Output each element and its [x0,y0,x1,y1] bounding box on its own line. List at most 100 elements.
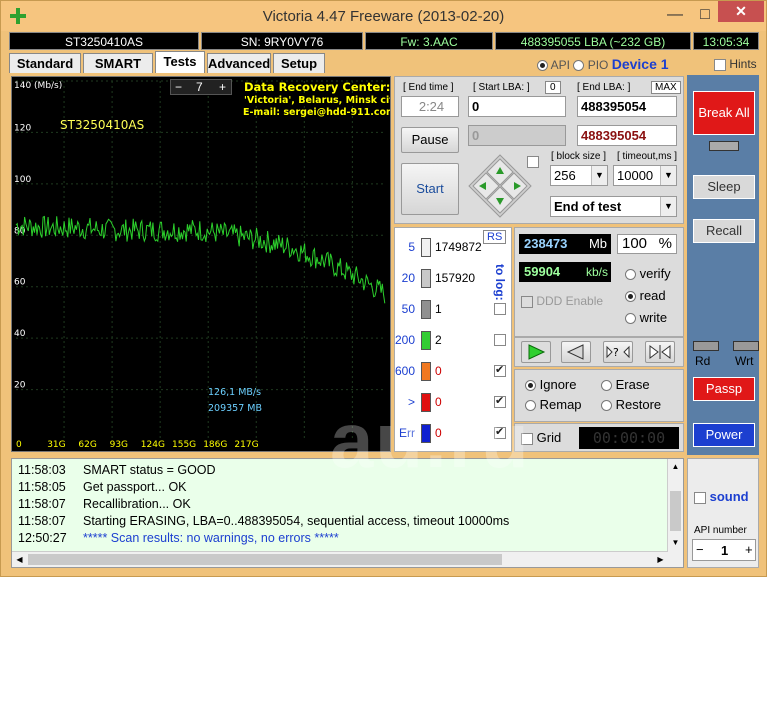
restore-option[interactable]: Restore [601,397,661,412]
write-radio[interactable] [625,313,636,325]
read-option[interactable]: read [625,288,666,303]
scroll-up-icon[interactable]: ▲ [668,459,683,475]
log-text: ***** Scan results: no warnings, no erro… [83,531,339,545]
scroll-right-icon[interactable]: ▶ [653,552,668,567]
maximize-button[interactable]: □ [691,4,719,26]
direction-controls: ? [514,337,684,367]
random-button[interactable]: ? [603,341,633,363]
scroll-down-icon[interactable]: ▼ [668,535,683,551]
zoom-minus-button[interactable]: − [175,80,182,94]
ddd-checkbox[interactable] [521,295,533,308]
zoom-control[interactable]: − 7 + [170,79,232,95]
api-number-stepper[interactable]: − 1 + [692,539,756,561]
sound-panel: sound API number − 1 + [687,458,759,568]
write-option[interactable]: write [625,310,667,325]
speed-series-line [15,215,386,304]
window-title: Victoria 4.47 Freeware (2013-02-20) [262,8,505,25]
api-plus-button[interactable]: + [745,542,753,557]
reset-stats-button[interactable]: RS [483,230,507,244]
zoom-plus-button[interactable]: + [219,80,226,94]
hints-checkbox[interactable] [714,58,726,71]
block-label: 600 [394,364,415,378]
start-lba-zero-button[interactable]: 0 [545,81,561,94]
right-sidebar: Break All Sleep Recall Rd Wrt Passp Powe… [687,75,759,455]
nav-checkbox[interactable] [527,156,539,168]
tab-standard[interactable]: Standard [9,53,81,73]
forward-button[interactable] [521,341,551,363]
block-size-label: [ block size ] [551,151,607,162]
end-lba-field[interactable]: 488395054 [577,96,677,117]
action-panel: Ignore Erase Remap Restore [514,369,684,422]
pio-radio[interactable] [573,60,585,72]
tab-advanced[interactable]: Advanced [207,53,271,73]
block-color-swatch [421,238,431,257]
log-block-checkbox[interactable] [494,334,506,346]
app-window: Victoria 4.47 Freeware (2013-02-20) — □ … [0,0,767,577]
y-tick-label: 40 [14,329,26,339]
remap-option[interactable]: Remap [525,397,582,412]
break-all-button[interactable]: Break All [693,91,755,135]
verify-label: verify [639,266,671,281]
end-action-select[interactable]: End of test ▼ [550,196,677,217]
sleep-button[interactable]: Sleep [693,175,755,199]
end-time-field[interactable]: 2:24 [401,96,459,117]
close-button[interactable]: ✕ [718,1,764,22]
api-radio[interactable] [537,60,548,72]
speed-unit: kb/s [585,265,608,279]
butterfly-button[interactable] [645,341,675,363]
device-label[interactable]: Device 1 [612,56,669,72]
minimize-button[interactable]: — [661,4,689,26]
power-button[interactable]: Power [693,423,755,447]
pause-button[interactable]: Pause [401,127,459,153]
read-radio[interactable] [625,291,636,303]
tab-tests[interactable]: Tests [155,51,205,73]
ignore-option[interactable]: Ignore [525,377,577,392]
random-icon: ? [606,345,630,359]
log-scrollbar-v[interactable]: ▲ ▼ [667,459,683,567]
title-bar: Victoria 4.47 Freeware (2013-02-20) — □ … [1,1,766,31]
api-minus-button[interactable]: − [696,542,704,557]
log-line: 12:50:27 ***** Scan results: no warnings,… [18,531,339,545]
graph-size-text: 209357 MB [208,403,262,414]
backward-button[interactable] [561,341,591,363]
play-icon [528,344,546,360]
block-size-select[interactable]: 256 ▼ [550,165,608,186]
verify-option[interactable]: verify [625,266,671,281]
log-scrollbar-h[interactable]: ◀ ▶ [12,551,668,567]
passport-button[interactable]: Passp [693,377,755,401]
start-lba-field[interactable]: 0 [468,96,566,117]
restore-radio[interactable] [601,400,612,412]
log-block-checkbox[interactable] [494,303,506,315]
scroll-thumb-h[interactable] [28,554,502,565]
log-block-checkbox[interactable] [494,363,506,377]
speed-value: 59904 [524,264,561,279]
tab-setup[interactable]: Setup [273,53,325,73]
scroll-left-icon[interactable]: ◀ [12,552,27,567]
tab-smart[interactable]: SMART [83,53,153,73]
timeout-select[interactable]: 10000 ▼ [613,165,677,186]
navigation-pad[interactable] [467,153,533,219]
block-color-swatch [421,300,431,319]
verify-radio[interactable] [625,269,636,281]
log-text: Get passport... OK [83,480,187,494]
x-tick-label: 155G [172,440,196,450]
log-time: 11:58:03 [18,463,66,477]
erase-label: Erase [615,377,650,392]
log-text: SMART status = GOOD [83,463,216,477]
ddd-option[interactable]: DDD Enable [521,294,603,308]
mb-display: 238473 Mb [519,234,611,254]
start-button[interactable]: Start [401,163,459,215]
sound-option[interactable]: sound [694,489,749,504]
scroll-thumb[interactable] [670,491,681,531]
erase-option[interactable]: Erase [601,377,650,392]
erase-radio[interactable] [601,380,612,392]
sound-checkbox[interactable] [694,491,706,504]
recall-button[interactable]: Recall [693,219,755,243]
block-color-swatch [421,269,431,288]
x-tick-label: 62G [78,440,96,450]
hints-toggle[interactable]: Hints [714,57,757,71]
rd-led [693,341,719,351]
ignore-radio[interactable] [525,380,536,392]
end-lba-max-button[interactable]: MAX [651,81,681,94]
block-count: 1749872 [435,240,482,254]
